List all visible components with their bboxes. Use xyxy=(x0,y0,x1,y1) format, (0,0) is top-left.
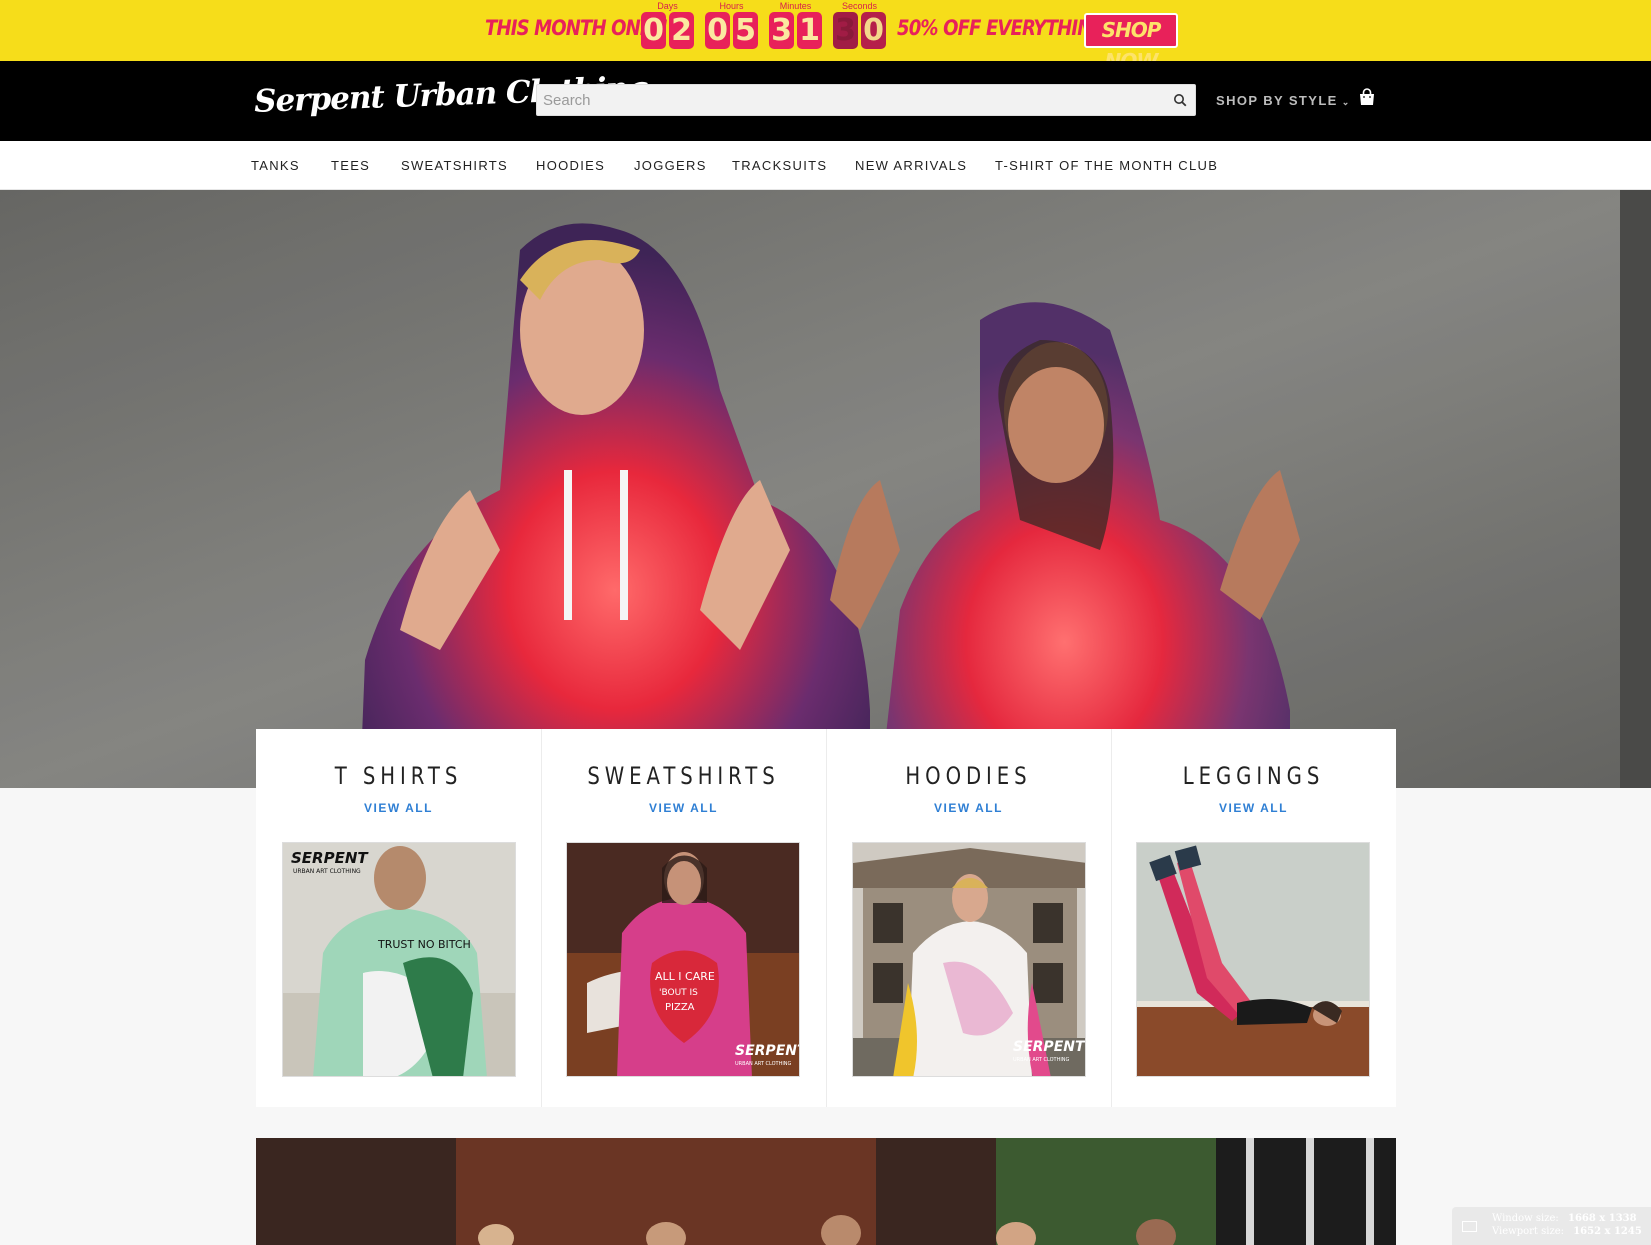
watermark-text: SERPENT xyxy=(1013,1039,1086,1055)
view-all-link[interactable]: VIEW ALL xyxy=(826,801,1111,815)
tshirt-photo: SERPENT URBAN ART CLOTHING TRUST NO BITC… xyxy=(283,843,515,1076)
collection-title: SWEATSHIRTS xyxy=(587,762,780,790)
shop-by-style-label: SHOP BY STYLE xyxy=(1216,93,1338,108)
nav-item-new-arrivals[interactable]: NEW ARRIVALS xyxy=(855,158,967,173)
featured-banner-image[interactable] xyxy=(256,1138,1396,1245)
nav-item-hoodies[interactable]: HOODIES xyxy=(536,158,605,173)
viewport-size-label: Viewport size: xyxy=(1492,1226,1565,1237)
countdown-digit: 1 xyxy=(797,12,822,49)
promo-bar: THIS MONTH ONLY! Days 0 2 Hours 0 5 Minu… xyxy=(0,0,1651,73)
watermark-subtext: URBAN ART CLOTHING xyxy=(735,1061,792,1067)
nav-item-tshirt-club[interactable]: T-SHIRT OF THE MONTH CLUB xyxy=(995,158,1218,173)
collection-image-sweatshirts[interactable]: ALL I CARE 'BOUT IS PIZZA SERPENT URBAN … xyxy=(566,842,800,1077)
watermark-text: SERPENT xyxy=(735,1043,800,1059)
collection-image-hoodies[interactable]: SERPENT URBAN ART CLOTHING xyxy=(852,842,1086,1077)
countdown-digit: 0 xyxy=(861,12,886,49)
search-bar xyxy=(536,84,1196,116)
shop-now-button[interactable]: SHOP NOW xyxy=(1084,13,1178,73)
shop-by-style-dropdown[interactable]: SHOP BY STYLE ⌄ xyxy=(1216,93,1351,108)
window-size-row: Window size: 1668 x 1338 xyxy=(1492,1213,1637,1224)
print-text-line1: ALL I CARE xyxy=(655,970,715,983)
view-all-link[interactable]: VIEW ALL xyxy=(256,801,541,815)
collection-card-hoodies: HOODIES VIEW ALL SERPENT URBAN ART CLOTH… xyxy=(826,729,1111,1107)
viewport-size-value: 1652 x 1245 xyxy=(1573,1226,1642,1237)
nav-item-joggers[interactable]: JOGGERS xyxy=(634,158,707,173)
nav-item-tanks[interactable]: TANKS xyxy=(251,158,300,173)
collection-title: T SHIRTS xyxy=(334,762,463,790)
countdown-digit: 0 xyxy=(641,12,666,49)
countdown-digit: 0 xyxy=(705,12,730,49)
nav-item-tracksuits[interactable]: TRACKSUITS xyxy=(732,158,827,173)
site-header: Serpent Urban Clothing SHOP BY STYLE⌄ xyxy=(0,61,1651,141)
window-size-overlay: Window size: 1668 x 1338 Viewport size: … xyxy=(1452,1207,1651,1245)
window-icon xyxy=(1462,1221,1477,1232)
nav-item-tees[interactable]: TEES xyxy=(331,158,370,173)
collection-card-leggings: LEGGINGS VIEW ALL xyxy=(1111,729,1396,1107)
window-size-value: 1668 x 1338 xyxy=(1567,1213,1637,1224)
view-all-link[interactable]: VIEW ALL xyxy=(1111,801,1396,815)
collection-card-sweatshirts: SWEATSHIRTS VIEW ALL ALL I CARE 'BOUT IS… xyxy=(541,729,826,1107)
collection-image-leggings[interactable] xyxy=(1136,842,1370,1077)
view-all-link[interactable]: VIEW ALL xyxy=(541,801,826,815)
window-size-label: Window size: xyxy=(1492,1213,1559,1224)
countdown-label: Days xyxy=(657,1,678,11)
countdown-digit: 3 xyxy=(833,12,858,49)
promo-right-text: 50% OFF EVERYTHING! xyxy=(897,16,1114,40)
watermark-subtext: URBAN ART CLOTHING xyxy=(1013,1057,1070,1063)
countdown-digit: 2 xyxy=(669,12,694,49)
watermark-text: SERPENT xyxy=(291,849,369,867)
print-text-line3: PIZZA xyxy=(665,1002,695,1013)
search-icon[interactable] xyxy=(1173,93,1187,107)
collection-title: HOODIES xyxy=(905,762,1032,790)
collections-grid: T SHIRTS VIEW ALL SERPENT URBAN ART CLOT… xyxy=(256,729,1396,1107)
hoodie-photo: SERPENT URBAN ART CLOTHING xyxy=(853,843,1086,1076)
hero-photo xyxy=(0,190,1651,788)
leggings-photo xyxy=(1137,843,1369,1076)
viewport-size-row: Viewport size: 1652 x 1245 xyxy=(1492,1226,1642,1237)
countdown-digit: 5 xyxy=(733,12,758,49)
cart-icon[interactable] xyxy=(1358,88,1376,106)
group-photo xyxy=(256,1138,1396,1245)
collection-title: LEGGINGS xyxy=(1182,762,1325,790)
countdown-digit: 3 xyxy=(769,12,794,49)
watermark-subtext: URBAN ART CLOTHING xyxy=(293,868,361,875)
print-text-line2: 'BOUT IS xyxy=(659,988,698,998)
countdown-label: Hours xyxy=(719,1,744,11)
hero-banner-image[interactable] xyxy=(0,190,1651,788)
sweatshirt-photo: ALL I CARE 'BOUT IS PIZZA SERPENT URBAN … xyxy=(567,843,800,1076)
collection-image-tshirts[interactable]: SERPENT URBAN ART CLOTHING TRUST NO BITC… xyxy=(282,842,516,1077)
countdown-label: Seconds xyxy=(841,1,878,11)
promo-left-text: THIS MONTH ONLY! xyxy=(485,16,668,40)
category-nav: TANKS TEES SWEATSHIRTS HOODIES JOGGERS T… xyxy=(0,141,1651,190)
shirt-print-text: TRUST NO BITCH xyxy=(377,938,471,951)
collection-card-tshirts: T SHIRTS VIEW ALL SERPENT URBAN ART CLOT… xyxy=(256,729,541,1107)
search-input[interactable] xyxy=(537,85,1157,115)
nav-item-sweatshirts[interactable]: SWEATSHIRTS xyxy=(401,158,508,173)
chevron-down-icon: ⌄ xyxy=(1341,97,1351,107)
countdown-label: Minutes xyxy=(779,1,812,11)
